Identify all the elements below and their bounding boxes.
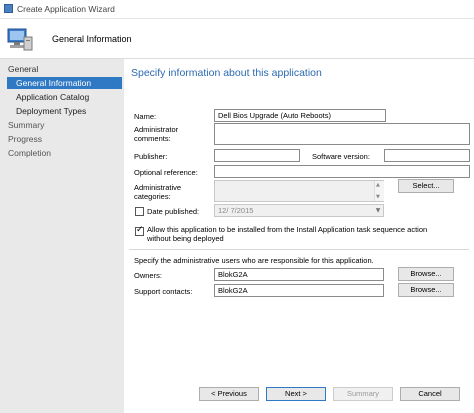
summary-button[interactable]: Summary (333, 387, 393, 401)
name-field[interactable]: Dell Bios Upgrade (Auto Reboots) (214, 109, 386, 122)
optional-reference-field[interactable] (214, 165, 470, 178)
admin-users-instruction: Specify the administrative users who are… (134, 256, 374, 265)
name-label: Name: (134, 112, 157, 121)
date-published-checkbox[interactable] (135, 207, 144, 216)
computer-icon (7, 28, 33, 51)
admin-categories-scrollbar[interactable]: ▲ ▼ (374, 181, 384, 201)
sidebar-item-deployment-types[interactable]: Deployment Types (16, 106, 86, 116)
window-title: Create Application Wizard (17, 4, 115, 14)
sidebar-item-application-catalog[interactable]: Application Catalog (16, 92, 89, 102)
support-contacts-label: Support contacts: (134, 287, 193, 296)
comments-label: Administrator comments: (134, 125, 179, 143)
scroll-up-icon[interactable]: ▲ (376, 182, 380, 188)
section-title: Specify information about this applicati… (131, 67, 322, 79)
select-categories-button[interactable]: Select... (398, 179, 454, 193)
sidebar-group-general: General (8, 64, 39, 74)
cancel-button[interactable]: Cancel (400, 387, 460, 401)
next-button[interactable]: Next > (266, 387, 326, 401)
wizard-header: General Information (0, 19, 474, 59)
admin-categories-list[interactable] (214, 180, 384, 202)
allow-install-checkbox[interactable] (135, 225, 144, 236)
owners-label: Owners: (134, 271, 162, 280)
publisher-label: Publisher: (134, 152, 168, 161)
publisher-field[interactable] (214, 149, 300, 162)
sidebar-item-summary[interactable]: Summary (8, 120, 44, 130)
software-version-label: Software version: (312, 152, 370, 161)
sidebar-item-progress[interactable]: Progress (8, 134, 42, 144)
sidebar-item-completion[interactable]: Completion (8, 148, 51, 158)
support-contacts-field[interactable]: BlokG2A (214, 284, 384, 297)
support-browse-button[interactable]: Browse... (398, 283, 454, 297)
admin-categories-label: Administrative categories: (134, 183, 182, 201)
previous-button[interactable]: < Previous (199, 387, 259, 401)
app-icon (4, 4, 13, 13)
allow-install-label: Allow this application to be installed f… (147, 225, 428, 243)
wizard-sidebar: General General Information Application … (0, 59, 124, 413)
date-published-field[interactable]: 12/ 7/2015 (214, 204, 384, 217)
page-title: General Information (52, 34, 132, 44)
owners-browse-button[interactable]: Browse... (398, 267, 454, 281)
date-dropdown-icon[interactable]: ▼ (373, 204, 383, 217)
section-divider (129, 249, 469, 250)
sidebar-item-general-information[interactable]: General Information (7, 77, 122, 89)
owners-field[interactable]: BlokG2A (214, 268, 384, 281)
optional-reference-label: Optional reference: (134, 168, 198, 177)
comments-field[interactable] (214, 123, 470, 145)
date-published-label: Date published: (147, 207, 200, 216)
scroll-down-icon[interactable]: ▼ (376, 194, 380, 200)
software-version-field[interactable] (384, 149, 470, 162)
main-panel: Specify information about this applicati… (124, 59, 474, 413)
window-titlebar: Create Application Wizard (0, 0, 474, 19)
